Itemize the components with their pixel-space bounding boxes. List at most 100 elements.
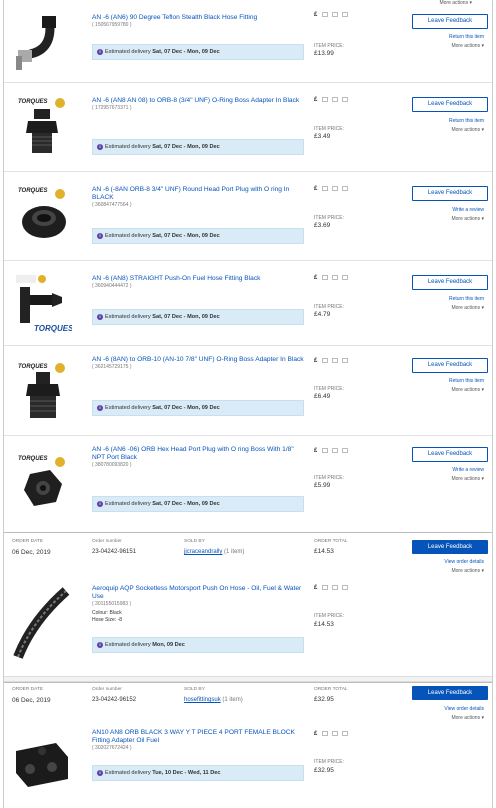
order-number-label: Order number bbox=[92, 539, 122, 544]
more-actions-menu[interactable]: More actions bbox=[451, 127, 484, 133]
leave-feedback-button[interactable]: Leave Feedback bbox=[412, 358, 488, 373]
more-actions-menu[interactable]: More actions bbox=[451, 387, 484, 393]
feedback-icon[interactable] bbox=[332, 358, 339, 363]
item-title[interactable]: AN -6 (AN6 -06) ORB Hex Head Port Plug w… bbox=[92, 446, 304, 469]
item-icons: £ bbox=[314, 275, 352, 281]
item-title[interactable]: AN -6 (-8AN ORB-8 3/4" UNF) Round Head P… bbox=[92, 186, 304, 209]
order-date: 06 Dec, 2019 bbox=[12, 697, 51, 704]
item-title[interactable]: AN -6 (AN8 AN 08) to ORB-8 (3/4" UNF) O-… bbox=[92, 97, 304, 112]
view-order-details-link[interactable]: View order details bbox=[444, 559, 484, 565]
return-item-link[interactable]: Return this item bbox=[449, 296, 484, 302]
leave-feedback-button[interactable]: Leave Feedback bbox=[412, 686, 488, 700]
order-number: 23-04242-96151 bbox=[92, 549, 137, 555]
item-title[interactable]: Aeroquip AQP Socketless Motorsport Push … bbox=[92, 585, 304, 623]
leave-feedback-button[interactable]: Leave Feedback bbox=[412, 97, 488, 112]
product-image-hex-plug[interactable]: TORQUES bbox=[12, 450, 72, 520]
more-actions-menu[interactable]: More actions bbox=[451, 305, 484, 311]
archive-icon[interactable] bbox=[342, 731, 349, 736]
message-icon[interactable] bbox=[322, 731, 329, 736]
return-item-link[interactable]: Return this item bbox=[449, 378, 484, 384]
item-price: £6.49 bbox=[314, 393, 331, 400]
archive-icon[interactable] bbox=[342, 585, 349, 590]
leave-feedback-button[interactable]: Leave Feedback bbox=[412, 275, 488, 290]
price-label: ITEM PRICE: bbox=[314, 759, 345, 765]
more-actions-menu[interactable]: More actions bbox=[451, 715, 484, 721]
more-actions-menu[interactable]: More actions bbox=[451, 43, 484, 49]
archive-icon[interactable] bbox=[342, 275, 349, 280]
item-title[interactable]: AN -6 (AN8) STRAIGHT Push-On Fuel Hose F… bbox=[92, 275, 304, 290]
feedback-icon[interactable] bbox=[332, 585, 339, 590]
feedback-icon[interactable] bbox=[332, 97, 339, 102]
estimated-delivery: i Estimated delivery Tue, 10 Dec - Wed, 1… bbox=[92, 765, 304, 781]
archive-icon[interactable] bbox=[342, 358, 349, 363]
more-actions-menu[interactable]: More actions bbox=[451, 568, 484, 574]
estimated-delivery: i Estimated delivery Sat, 07 Dec - Mon, 0… bbox=[92, 309, 304, 325]
order-date: 06 Dec, 2019 bbox=[12, 549, 51, 556]
product-image-orb-adapter[interactable]: TORQUES bbox=[12, 358, 72, 428]
order-total: £32.95 bbox=[314, 696, 334, 703]
order-card: ORDER DATE 06 Dec, 2019 Order number 23-… bbox=[4, 532, 492, 676]
feedback-icon[interactable] bbox=[332, 448, 339, 453]
item-number: ( 360940444472 ) bbox=[92, 283, 132, 289]
svg-text:TORQUES: TORQUES bbox=[18, 99, 48, 105]
estimated-delivery: i Estimated delivery Sat, 07 Dec - Mon, 0… bbox=[92, 400, 304, 416]
price-label: ITEM PRICE: bbox=[314, 386, 345, 392]
view-order-details-link[interactable]: View order details bbox=[444, 706, 484, 712]
price-label: ITEM PRICE: bbox=[314, 43, 345, 49]
leave-feedback-button[interactable]: Leave Feedback bbox=[412, 447, 488, 462]
item-price: £3.69 bbox=[314, 222, 331, 229]
info-icon: i bbox=[97, 48, 103, 55]
feedback-icon[interactable] bbox=[332, 275, 339, 280]
item-title[interactable]: AN -6 (8AN) to ORB-10 (AN-10 7/8" UNF) O… bbox=[92, 356, 304, 371]
message-icon[interactable] bbox=[322, 448, 329, 453]
leave-feedback-button[interactable]: Leave Feedback bbox=[412, 186, 488, 201]
message-icon[interactable] bbox=[322, 275, 329, 280]
info-icon: i bbox=[97, 313, 103, 320]
archive-icon[interactable] bbox=[342, 12, 349, 17]
item-icons: £ bbox=[314, 12, 352, 18]
product-image-push-on-fitting[interactable]: TORQUES bbox=[12, 273, 72, 343]
more-actions-menu[interactable]: More actions bbox=[451, 216, 484, 222]
item-title[interactable]: AN10 AN8 ORB BLACK 3 WAY Y T PIECE 4 POR… bbox=[92, 729, 304, 752]
archive-icon[interactable] bbox=[342, 97, 349, 102]
write-review-link[interactable]: Write a review bbox=[452, 207, 484, 213]
list-item: TORQUES AN -6 (AN6 -06) ORB Hex Head Por… bbox=[4, 436, 492, 532]
feedback-icon[interactable] bbox=[332, 186, 339, 191]
order-date-label: ORDER DATE bbox=[12, 687, 44, 692]
item-number: ( 362145729175 ) bbox=[92, 364, 132, 370]
purchase-history-list: More actions ▾ AN -6 (AN6) 90 Degree Tef… bbox=[3, 0, 493, 808]
item-number: ( 302027672424 ) bbox=[92, 745, 132, 751]
item-title[interactable]: AN -6 (AN6) 90 Degree Teflon Stealth Bla… bbox=[92, 14, 304, 29]
item-price: £14.53 bbox=[314, 621, 334, 628]
list-item: TORQUES AN -6 (-8AN ORB-8 3/4" UNF) Roun… bbox=[4, 172, 492, 261]
archive-icon[interactable] bbox=[342, 448, 349, 453]
product-image-y-piece-block[interactable] bbox=[12, 729, 72, 801]
message-icon[interactable] bbox=[322, 358, 329, 363]
message-icon[interactable] bbox=[322, 186, 329, 191]
order-card: ORDER DATE 06 Dec, 2019 Order number 23-… bbox=[4, 682, 492, 808]
return-item-link[interactable]: Return this item bbox=[449, 118, 484, 124]
product-image-hose-fitting[interactable] bbox=[12, 6, 72, 76]
archive-icon[interactable] bbox=[342, 186, 349, 191]
leave-feedback-button[interactable]: Leave Feedback bbox=[412, 540, 488, 554]
seller-link[interactable]: hosefittingsuk bbox=[184, 697, 221, 703]
leave-feedback-button[interactable]: Leave Feedback bbox=[412, 14, 488, 29]
return-item-link[interactable]: Return this item bbox=[449, 34, 484, 40]
write-review-link[interactable]: Write a review bbox=[452, 467, 484, 473]
seller-link[interactable]: jjcraceandrally bbox=[184, 549, 222, 555]
price-label: ITEM PRICE: bbox=[314, 215, 345, 221]
more-actions-menu[interactable]: More actions bbox=[451, 476, 484, 482]
order-number-label: Order number bbox=[92, 687, 122, 692]
feedback-icon[interactable] bbox=[332, 12, 339, 17]
message-icon[interactable] bbox=[322, 585, 329, 590]
item-icons: £ bbox=[314, 186, 352, 192]
product-image-aeroquip-hose[interactable] bbox=[12, 581, 72, 661]
info-icon: i bbox=[97, 769, 103, 776]
message-icon[interactable] bbox=[322, 97, 329, 102]
message-icon[interactable] bbox=[322, 12, 329, 17]
feedback-icon[interactable] bbox=[332, 731, 339, 736]
product-image-port-plug[interactable]: TORQUES bbox=[12, 182, 72, 252]
product-image-adapter[interactable]: TORQUES bbox=[12, 93, 72, 163]
item-hose-size: Hose Size: -8 bbox=[92, 616, 123, 623]
estimated-delivery: i Estimated delivery Sat, 07 Dec - Mon, 0… bbox=[92, 228, 304, 244]
